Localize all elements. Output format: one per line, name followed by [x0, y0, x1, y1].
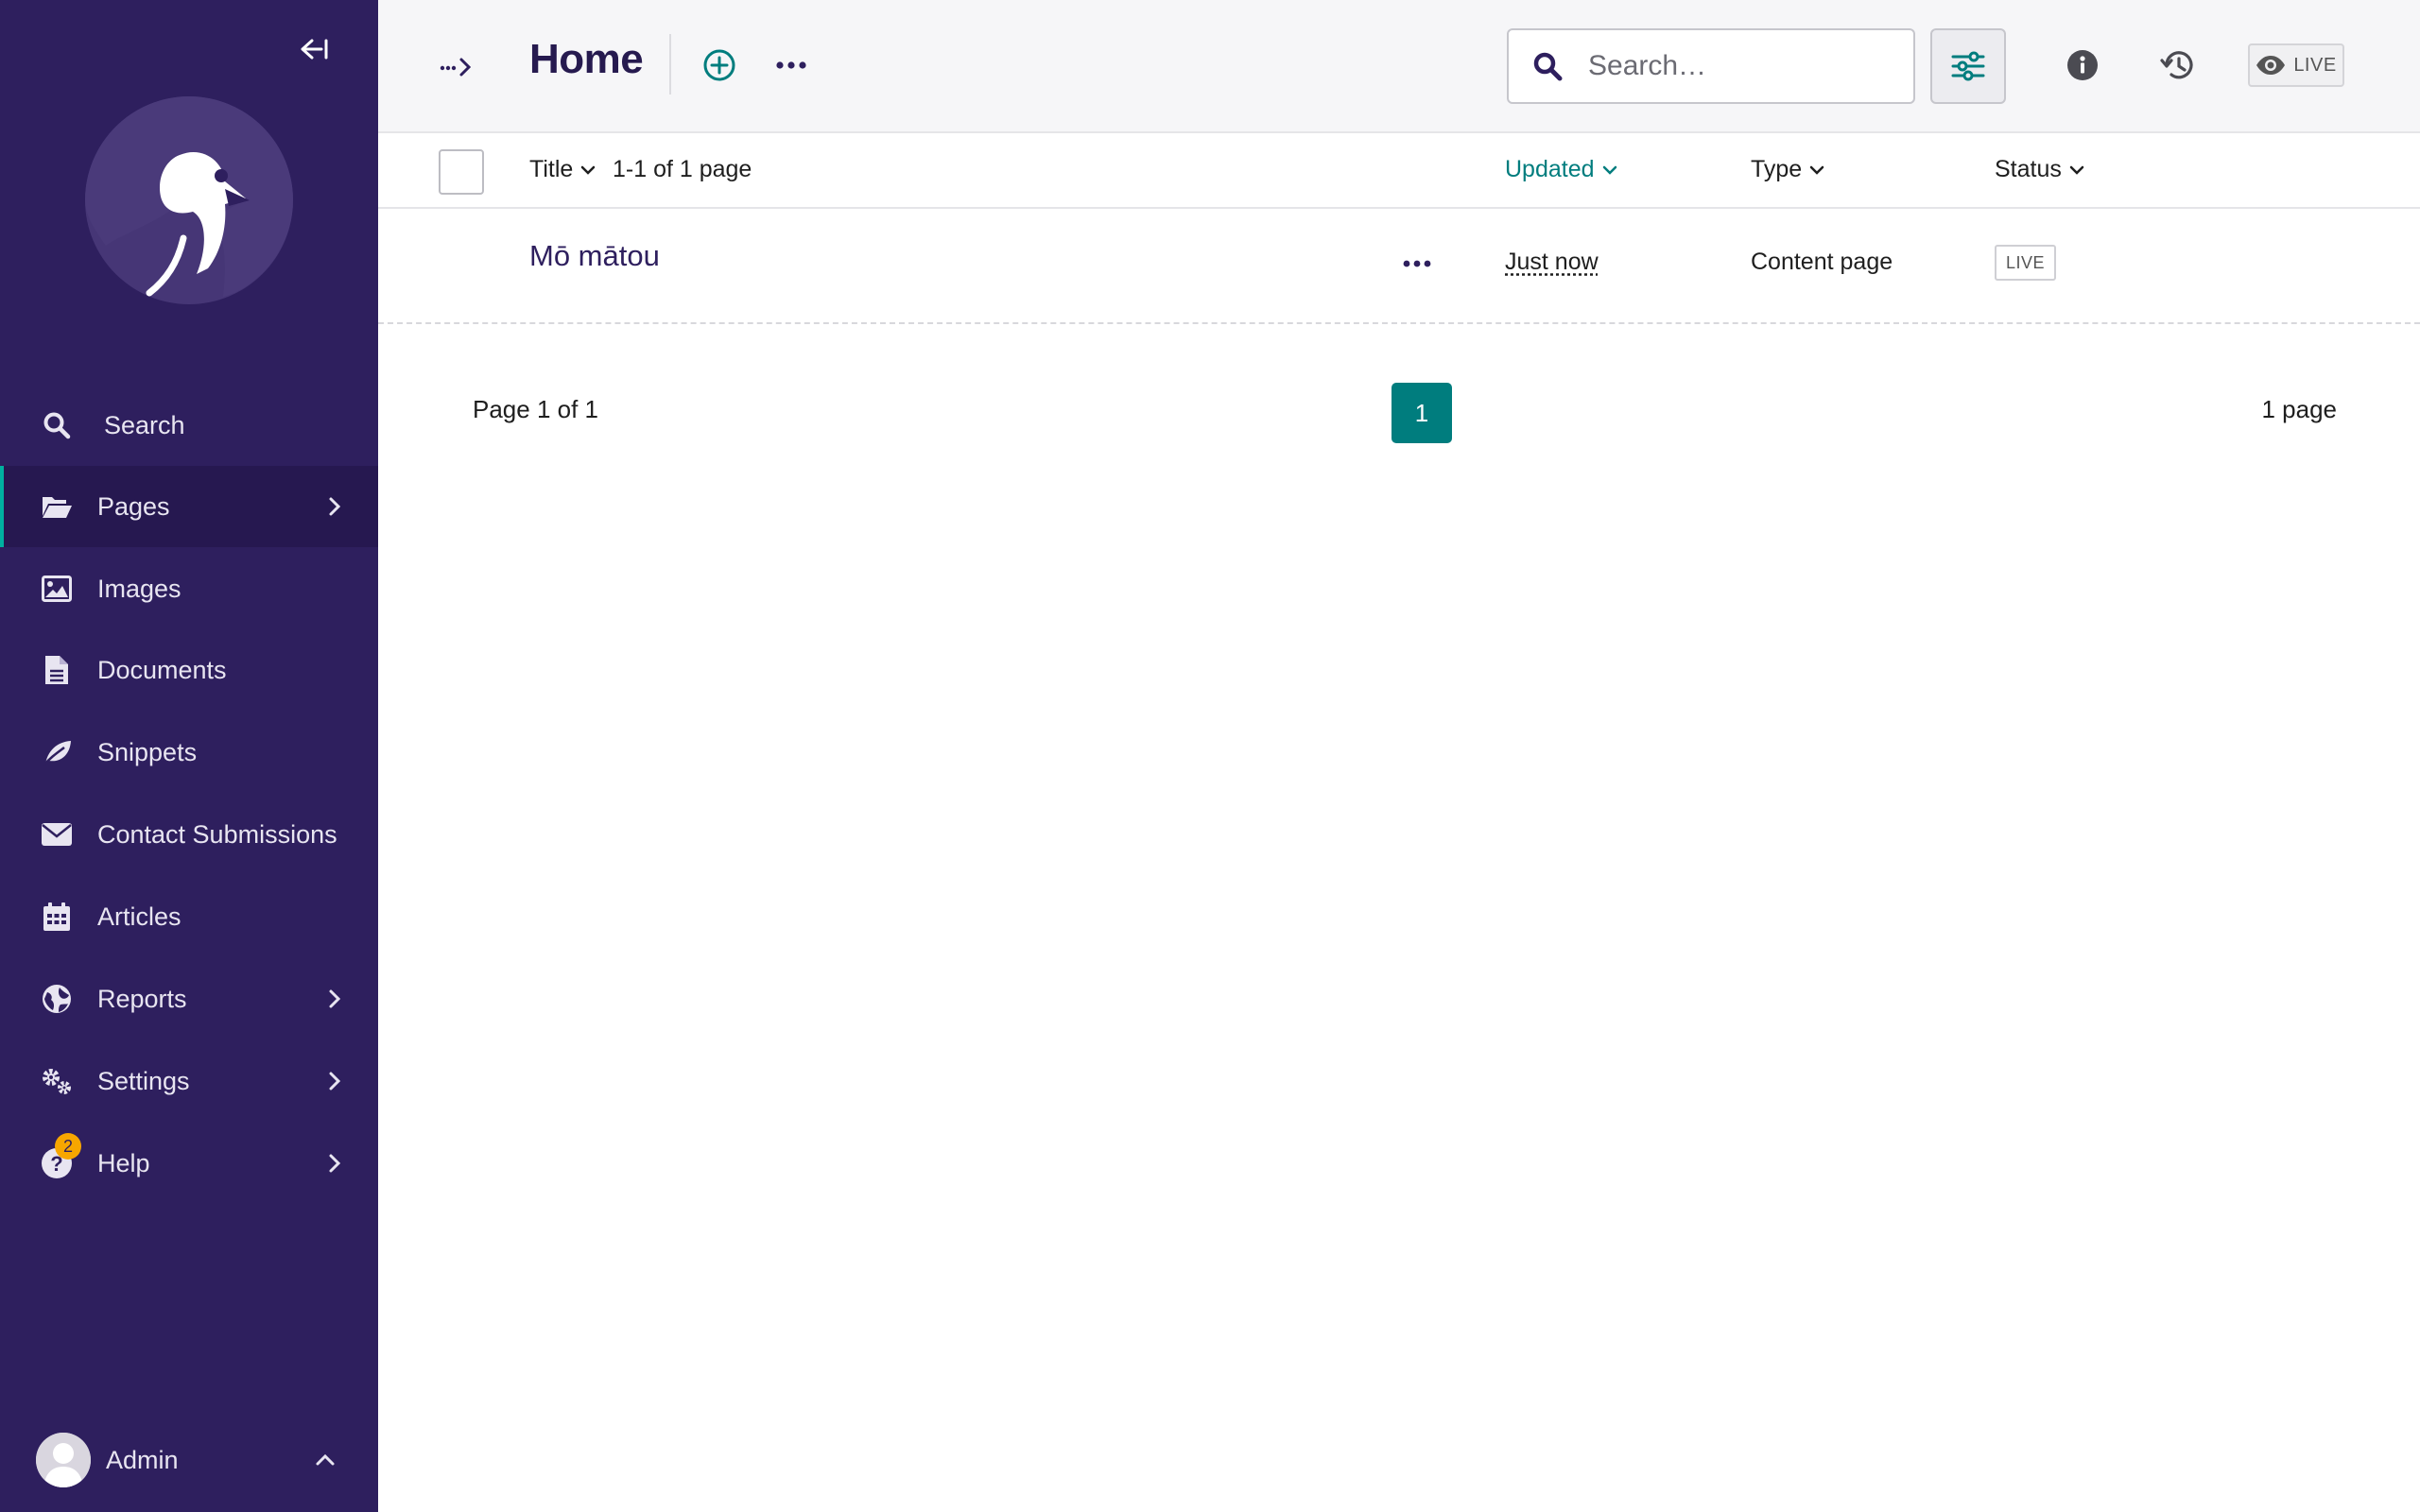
sidebar-item-label: Settings [97, 1066, 190, 1095]
sidebar: Search Pages Images Documents Snippets C… [0, 0, 378, 1512]
column-header-type[interactable]: Type [1751, 156, 1824, 183]
pagination-total: 1 page [2261, 395, 2337, 423]
chevron-right-icon [329, 497, 341, 516]
sidebar-item-snippets[interactable]: Snippets [0, 712, 378, 793]
sidebar-item-articles[interactable]: Articles [0, 876, 378, 957]
avatar [36, 1433, 91, 1487]
column-header-title[interactable]: Title [529, 156, 596, 183]
page-header: Home L [378, 0, 2420, 133]
cogs-icon [40, 1064, 74, 1098]
chevron-down-icon [581, 165, 596, 175]
more-dots-icon [776, 61, 806, 69]
filter-toggle-button[interactable] [1930, 28, 2006, 104]
sidebar-item-label: Documents [97, 655, 227, 684]
search-input[interactable] [1588, 38, 1891, 94]
wagtail-logo-icon [85, 96, 293, 304]
more-dots-icon [1403, 260, 1431, 267]
sidebar-item-settings[interactable]: Settings [0, 1040, 378, 1122]
header-divider [669, 34, 671, 94]
chevron-down-icon [1809, 165, 1824, 175]
collapse-left-icon [301, 39, 328, 60]
sidebar-item-documents[interactable]: Documents [0, 629, 378, 711]
column-header-label: Updated [1505, 156, 1595, 182]
search-icon [1533, 52, 1563, 81]
notification-badge: 2 [55, 1133, 81, 1160]
listing-header: Title 1-1 of 1 page Updated Type Status [378, 135, 2420, 209]
globe-icon [40, 982, 74, 1016]
page-type: Content page [1751, 249, 1893, 275]
sidebar-item-label: Contact Submissions [97, 819, 337, 849]
sidebar-item-contact-submissions[interactable]: Contact Submissions [0, 794, 378, 875]
account-menu-toggle[interactable]: Admin [0, 1427, 378, 1493]
sidebar-item-label: Search [104, 410, 185, 439]
row-actions-button[interactable] [1395, 245, 1439, 283]
column-header-status[interactable]: Status [1995, 156, 2084, 183]
select-all-checkbox[interactable] [439, 149, 484, 195]
sidebar-item-images[interactable]: Images [0, 548, 378, 629]
envelope-icon [40, 817, 74, 851]
pagination-info: Page 1 of 1 [473, 395, 598, 423]
image-icon [40, 572, 74, 606]
calendar-icon [40, 900, 74, 934]
result-count: 1-1 of 1 page [613, 156, 752, 182]
sidebar-item-label: Help [97, 1148, 150, 1177]
history-button[interactable] [2155, 43, 2199, 87]
page-title: Home [529, 36, 644, 82]
eye-icon [2256, 56, 2286, 75]
pagination: Page 1 of 1 1 1 page [378, 378, 2420, 444]
page-actions-button[interactable] [769, 43, 813, 87]
search-field [1507, 28, 1915, 104]
breadcrumb-toggle[interactable] [437, 45, 478, 87]
breadcrumb-expand-icon [440, 58, 472, 77]
sliders-icon [1951, 51, 1985, 81]
chevron-up-icon [316, 1453, 335, 1466]
page-number-button[interactable]: 1 [1392, 383, 1452, 443]
chevron-down-icon [1602, 165, 1616, 175]
status-badge: LIVE [1995, 245, 2057, 281]
sidebar-item-label: Snippets [97, 737, 198, 766]
snippet-leaf-icon [40, 735, 74, 769]
sidebar-item-label: Articles [97, 902, 182, 931]
plus-circle-icon [703, 49, 735, 81]
sidebar-item-label: Reports [97, 984, 187, 1013]
info-icon [2067, 50, 2098, 80]
document-icon [40, 653, 74, 687]
page-title-link[interactable]: Mō mātou [529, 239, 660, 273]
sidebar-item-search[interactable]: Search [0, 385, 378, 466]
column-header-label: Title [529, 156, 574, 182]
column-header-label: Status [1995, 156, 2062, 182]
sidebar-item-label: Images [97, 574, 182, 603]
chevron-down-icon [2069, 165, 2084, 175]
add-child-page-button[interactable] [698, 43, 741, 87]
live-label: LIVE [2293, 54, 2337, 76]
chevron-right-icon [329, 1154, 341, 1173]
column-header-updated[interactable]: Updated [1505, 156, 1617, 183]
app-window: Search Pages Images Documents Snippets C… [0, 0, 2420, 1512]
sidebar-item-reports[interactable]: Reports [0, 958, 378, 1040]
sidebar-item-help[interactable]: ? 2 Help [0, 1123, 378, 1204]
chevron-right-icon [329, 989, 341, 1008]
wagtail-bird-logo[interactable] [83, 94, 295, 306]
help-icon: ? 2 [40, 1133, 81, 1180]
sidebar-item-label: Pages [97, 491, 170, 521]
table-row: Mō mātou Just now Content page LIVE [378, 209, 2420, 324]
sidebar-item-pages[interactable]: Pages [0, 466, 378, 547]
view-live-button[interactable]: LIVE [2248, 43, 2344, 87]
collapse-sidebar-button[interactable] [296, 32, 334, 66]
account-name: Admin [106, 1445, 179, 1474]
search-icon [40, 408, 74, 442]
updated-time: Just now [1505, 249, 1599, 275]
folder-open-icon [40, 490, 74, 524]
chevron-right-icon [329, 1072, 341, 1091]
page-info-button[interactable] [2061, 43, 2104, 87]
column-header-label: Type [1751, 156, 1803, 182]
history-icon [2160, 51, 2193, 79]
